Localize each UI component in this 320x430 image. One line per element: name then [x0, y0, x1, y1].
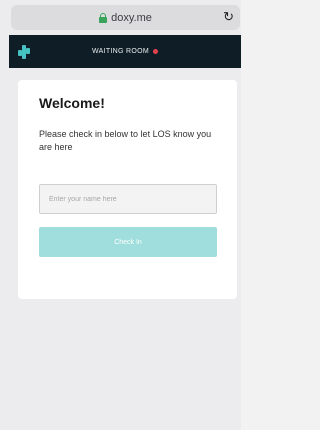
- app-header: WAITING ROOM: [9, 35, 241, 68]
- waiting-room-label: WAITING ROOM: [91, 48, 149, 55]
- lock-icon: [99, 12, 108, 23]
- doxy-logo-icon[interactable]: [18, 45, 30, 59]
- check-in-button[interactable]: Check In: [39, 227, 217, 257]
- url-display[interactable]: doxy.me: [99, 12, 152, 24]
- device-frame: doxy.me ↻ WAITING ROOM Welcome! Please c…: [0, 0, 241, 430]
- status-dot-icon: [153, 49, 158, 54]
- reload-icon[interactable]: ↻: [223, 10, 234, 24]
- header-title: WAITING ROOM: [92, 48, 158, 55]
- name-input[interactable]: [39, 184, 217, 214]
- welcome-heading: Welcome!: [39, 95, 105, 111]
- url-text: doxy.me: [111, 11, 152, 24]
- browser-url-bar[interactable]: doxy.me ↻: [11, 5, 240, 30]
- check-in-card: Welcome! Please check in below to let LO…: [18, 80, 237, 299]
- check-in-message: Please check in below to let LOS know yo…: [39, 129, 212, 152]
